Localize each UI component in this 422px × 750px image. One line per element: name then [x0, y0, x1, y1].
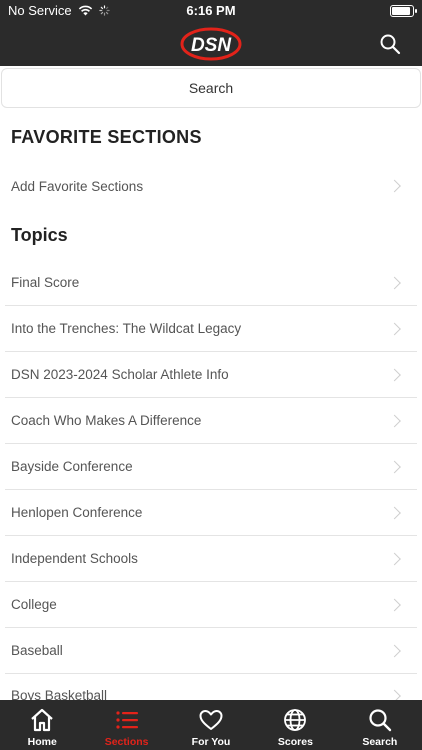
status-bar: No Service 6:16 PM — [0, 0, 422, 22]
tab-sections[interactable]: Sections — [84, 700, 168, 750]
chevron-right-icon — [388, 414, 401, 427]
topic-row[interactable]: College — [5, 582, 417, 628]
tab-search[interactable]: Search — [338, 700, 422, 750]
chevron-right-icon — [388, 368, 401, 381]
tab-label: Search — [362, 736, 398, 748]
status-time: 6:16 PM — [186, 3, 236, 18]
logo-text: DSN — [191, 35, 232, 56]
topics-heading: Topics — [11, 225, 68, 245]
list-item-label: Final Score — [11, 275, 80, 290]
topic-row[interactable]: Independent Schools — [5, 536, 417, 582]
topic-row[interactable]: Coach Who Makes A Difference — [5, 398, 417, 444]
tab-label: Scores — [277, 736, 313, 748]
search-icon[interactable] — [378, 32, 402, 56]
tab-bar: Home Sections For You Scores Search — [0, 700, 422, 750]
topic-row[interactable]: DSN 2023-2024 Scholar Athlete Info — [5, 352, 417, 398]
add-favorite-sections-row[interactable]: Add Favorite Sections — [5, 163, 417, 209]
list-item-label: Bayside Conference — [11, 459, 133, 474]
globe-icon — [284, 709, 307, 731]
list-item-label: DSN 2023-2024 Scholar Athlete Info — [11, 367, 229, 382]
tab-label: Sections — [104, 736, 149, 748]
tab-label: Home — [27, 736, 57, 748]
chevron-right-icon — [388, 552, 401, 565]
search-icon — [369, 709, 392, 732]
chevron-right-icon — [388, 460, 401, 473]
dsn-logo[interactable]: DSN — [180, 26, 242, 62]
list-item-label: Independent Schools — [11, 551, 138, 566]
home-icon — [31, 708, 53, 732]
favorite-sections-heading: FAVORITE SECTIONS — [11, 127, 202, 147]
topic-row[interactable]: Henlopen Conference — [5, 490, 417, 536]
list-item-label: College — [11, 597, 57, 612]
topic-row[interactable]: Into the Trenches: The Wildcat Legacy — [5, 306, 417, 352]
list-item-label: Add Favorite Sections — [11, 178, 144, 194]
topic-row[interactable]: Baseball — [5, 628, 417, 674]
list-item-label: Coach Who Makes A Difference — [11, 413, 202, 428]
chevron-right-icon — [388, 322, 401, 335]
tab-scores[interactable]: Scores — [253, 700, 337, 750]
tab-label: For You — [191, 736, 231, 748]
topic-row[interactable]: Bayside Conference — [5, 444, 417, 490]
tab-home[interactable]: Home — [0, 700, 84, 750]
heart-icon — [199, 710, 223, 730]
chevron-right-icon — [388, 644, 401, 657]
chevron-right-icon — [388, 598, 401, 611]
app-header: DSN — [0, 22, 422, 66]
list-icon — [116, 711, 138, 729]
list-item-label: Into the Trenches: The Wildcat Legacy — [11, 321, 242, 336]
chevron-right-icon — [388, 179, 401, 193]
battery-icon — [390, 5, 417, 17]
search-label: Search — [188, 80, 234, 96]
chevron-right-icon — [388, 276, 401, 289]
tab-for-you[interactable]: For You — [169, 700, 253, 750]
search-field[interactable]: Search — [1, 68, 421, 108]
list-item-label: Baseball — [11, 643, 63, 658]
list-item-label: Henlopen Conference — [11, 505, 143, 520]
topic-row[interactable]: Final Score — [5, 260, 417, 306]
chevron-right-icon — [388, 506, 401, 519]
